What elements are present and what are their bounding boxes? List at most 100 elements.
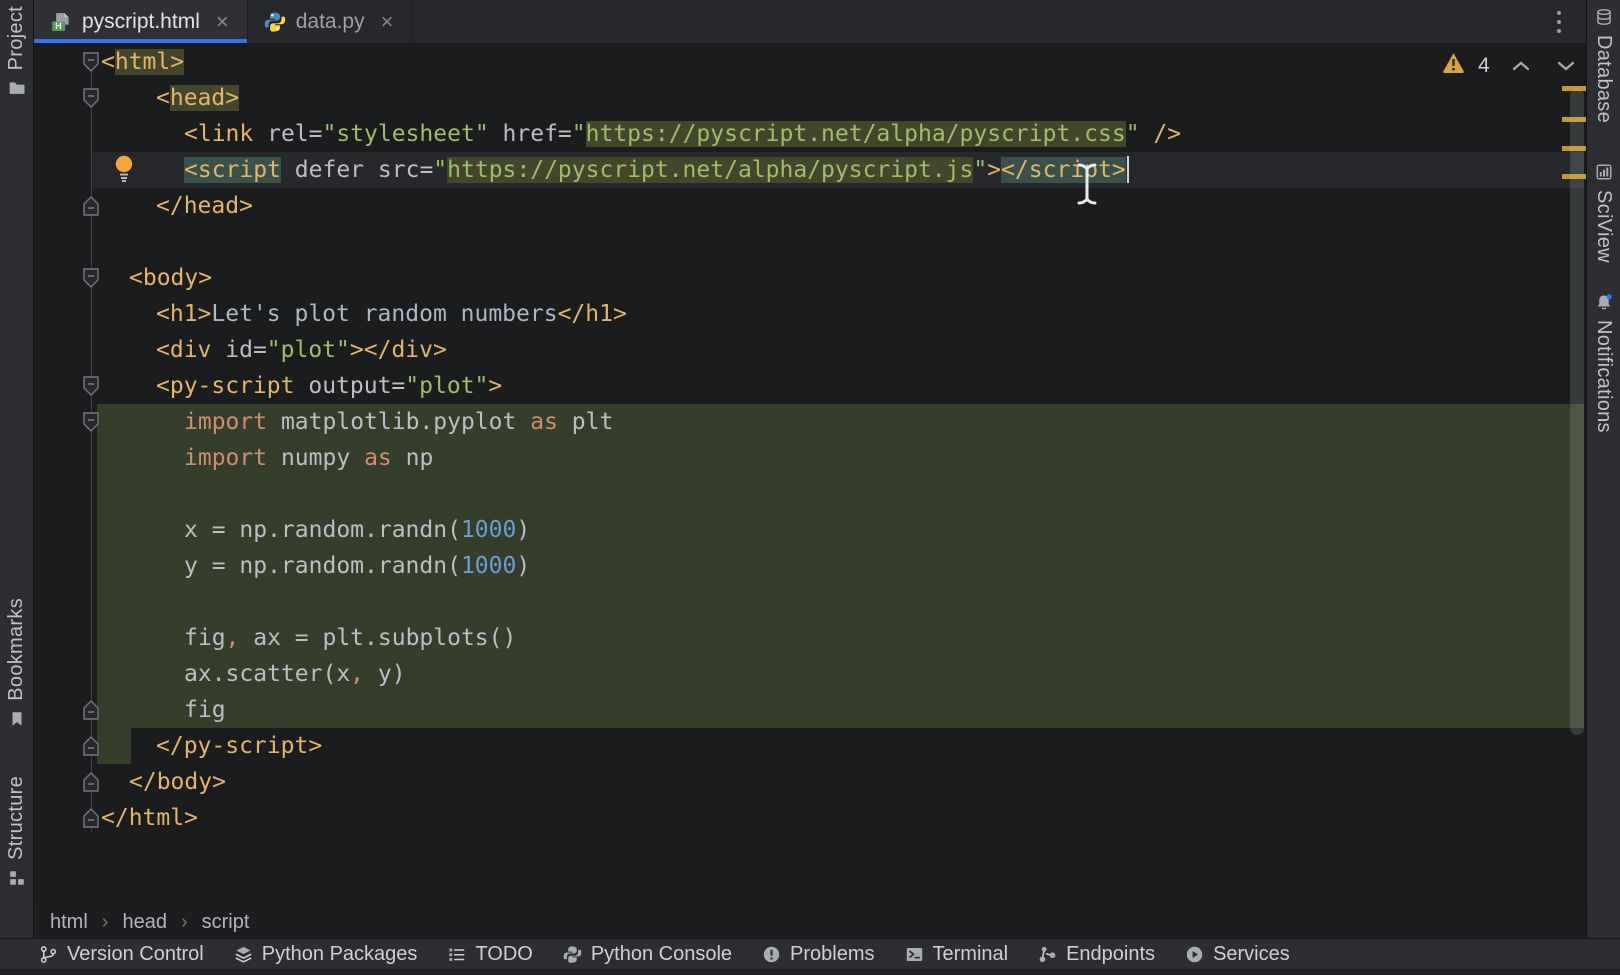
code-line[interactable]: x = np.random.randn(1000) <box>97 512 1584 548</box>
code-line[interactable]: <head> <box>97 80 1584 116</box>
fold-collapse-icon[interactable] <box>81 375 101 397</box>
status-bar: Version Control Python Packages TODO Pyt… <box>0 938 1620 969</box>
database-icon <box>1595 8 1613 26</box>
code-line[interactable]: <script defer src="https://pyscript.net/… <box>92 152 1584 188</box>
code-line[interactable]: y = np.random.randn(1000) <box>97 548 1584 584</box>
left-tool-strip: Project Bookmarks Structure <box>0 0 34 938</box>
sidebar-item-structure[interactable]: Structure <box>0 776 33 887</box>
right-tool-strip: Database SciView Notifications <box>1586 0 1620 938</box>
sidebar-item-sciview[interactable]: SciView <box>1587 163 1620 263</box>
sidebar-item-notifications[interactable]: Notifications <box>1587 293 1620 433</box>
breadcrumb-item-script[interactable]: script <box>202 911 250 934</box>
python-file-icon <box>264 11 286 33</box>
svg-text:H: H <box>55 21 61 31</box>
code-line[interactable]: fig, ax = plt.subplots() <box>97 620 1584 656</box>
status-python-console[interactable]: Python Console <box>548 939 747 969</box>
branch-icon <box>39 945 58 964</box>
packages-icon <box>234 945 253 964</box>
code-line[interactable]: <body> <box>97 260 1584 296</box>
structure-label: Structure <box>5 776 28 860</box>
code-line[interactable] <box>97 224 1584 260</box>
fold-end-icon[interactable] <box>81 807 101 829</box>
code-line[interactable]: <h1>Let's plot random numbers</h1> <box>97 296 1584 332</box>
tab-label: data.py <box>296 10 365 34</box>
editor-tab-bar: H pyscript.html × data.py × <box>34 0 1587 43</box>
status-label: Python Console <box>591 943 732 966</box>
intention-lightbulb-icon[interactable] <box>113 154 135 184</box>
code-line[interactable]: import numpy as np <box>97 440 1584 476</box>
code-editor[interactable]: <html><head><link rel="stylesheet" href=… <box>34 43 1587 906</box>
bookmark-icon <box>8 710 26 728</box>
terminal-icon <box>905 945 924 964</box>
sidebar-item-database[interactable]: Database <box>1587 8 1620 123</box>
vertical-scrollbar[interactable] <box>1570 88 1584 735</box>
fold-collapse-icon[interactable] <box>81 411 101 433</box>
inspections-widget[interactable]: 4 <box>1442 52 1576 79</box>
project-label: Project <box>5 6 28 70</box>
status-label: Python Packages <box>262 943 418 966</box>
fold-end-icon[interactable] <box>81 195 101 217</box>
html-file-icon: H <box>50 11 72 33</box>
problems-icon <box>762 945 781 964</box>
code-line[interactable]: fig <box>97 692 1584 728</box>
prev-warning-chevron-up-icon[interactable] <box>1511 53 1531 79</box>
endpoints-icon <box>1038 945 1057 964</box>
status-todo[interactable]: TODO <box>432 939 547 969</box>
status-label: TODO <box>475 943 532 966</box>
python-console-icon <box>563 945 582 964</box>
folder-icon <box>8 79 26 97</box>
tab-label: pyscript.html <box>82 10 200 34</box>
code-line[interactable]: <div id="plot"></div> <box>97 332 1584 368</box>
status-endpoints[interactable]: Endpoints <box>1023 939 1170 969</box>
breadcrumb-item-head[interactable]: head <box>122 911 167 934</box>
code-line[interactable]: ax.scatter(x, y) <box>97 656 1584 692</box>
notifications-label: Notifications <box>1592 320 1615 433</box>
sciview-label: SciView <box>1592 190 1615 263</box>
status-problems[interactable]: Problems <box>747 939 889 969</box>
fold-collapse-icon[interactable] <box>81 87 101 109</box>
next-warning-chevron-down-icon[interactable] <box>1556 53 1576 79</box>
sciview-icon <box>1595 163 1613 181</box>
breadcrumb-item-html[interactable]: html <box>50 911 88 934</box>
code-line[interactable]: </html> <box>97 800 1584 836</box>
code-line[interactable]: </body> <box>97 764 1584 800</box>
fold-collapse-icon[interactable] <box>81 51 101 73</box>
status-label: Terminal <box>933 943 1009 966</box>
kebab-menu-icon[interactable] <box>1549 7 1569 37</box>
code-line[interactable]: </head> <box>97 188 1584 224</box>
bell-icon <box>1595 293 1613 311</box>
status-label: Problems <box>790 943 874 966</box>
warning-triangle-icon <box>1442 52 1465 79</box>
status-version-control[interactable]: Version Control <box>24 939 219 969</box>
status-terminal[interactable]: Terminal <box>890 939 1024 969</box>
status-services[interactable]: Services <box>1170 939 1305 969</box>
code-line[interactable]: </py-script> <box>97 728 1584 764</box>
code-line[interactable]: import matplotlib.pyplot as plt <box>97 404 1584 440</box>
code-line[interactable]: <html> <box>97 44 1584 80</box>
status-python-packages[interactable]: Python Packages <box>219 939 433 969</box>
fold-end-icon[interactable] <box>81 699 101 721</box>
code-line[interactable] <box>97 584 1584 620</box>
structure-icon <box>8 869 26 887</box>
ide-window: Project Bookmarks Structure Database <box>0 0 1620 975</box>
fold-end-icon[interactable] <box>81 735 101 757</box>
fold-collapse-icon[interactable] <box>81 267 101 289</box>
tab-pyscript-html[interactable]: H pyscript.html × <box>34 0 248 43</box>
todo-list-icon <box>447 945 466 964</box>
status-label: Endpoints <box>1066 943 1155 966</box>
chevron-right-icon: › <box>102 911 109 934</box>
code-line[interactable] <box>97 476 1584 512</box>
chevron-right-icon: › <box>181 911 188 934</box>
code-line[interactable]: <py-script output="plot"> <box>97 368 1584 404</box>
warning-count: 4 <box>1478 54 1490 78</box>
close-icon[interactable]: × <box>210 11 229 33</box>
tab-data-py[interactable]: data.py × <box>248 0 413 43</box>
close-icon[interactable]: × <box>375 11 394 33</box>
fold-end-icon[interactable] <box>81 771 101 793</box>
breadcrumb: html › head › script <box>34 906 1587 938</box>
database-label: Database <box>1592 35 1615 123</box>
code-line[interactable]: <link rel="stylesheet" href="https://pys… <box>97 116 1584 152</box>
status-label: Services <box>1213 943 1290 966</box>
sidebar-item-project[interactable]: Project <box>0 6 33 97</box>
sidebar-item-bookmarks[interactable]: Bookmarks <box>0 598 33 728</box>
